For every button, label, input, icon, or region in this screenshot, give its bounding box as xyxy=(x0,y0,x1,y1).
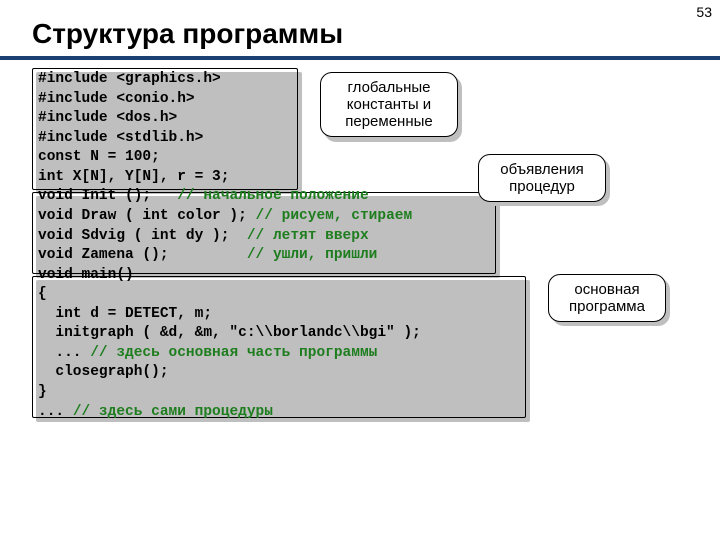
page-number: 53 xyxy=(696,4,712,20)
slide-title: Структура программы xyxy=(0,0,720,60)
code-line: const N = 100; xyxy=(38,148,421,168)
code-line: void Draw ( int color ); // рисуем, стир… xyxy=(38,207,421,227)
code-line: int X[N], Y[N], r = 3; xyxy=(38,168,421,188)
code-line: #include <graphics.h> xyxy=(38,70,421,90)
code-line: ... // здесь сами процедуры xyxy=(38,403,421,423)
code-line: closegraph(); xyxy=(38,363,421,383)
code-line: #include <dos.h> xyxy=(38,109,421,129)
code-line: int d = DETECT, m; xyxy=(38,305,421,325)
code-line: void Zamena (); // ушли, пришли xyxy=(38,246,421,266)
code-line: void main() xyxy=(38,266,421,286)
code-line: ... // здесь основная часть программы xyxy=(38,344,421,364)
code-line: void Init (); // начальное положение xyxy=(38,187,421,207)
code-line: { xyxy=(38,285,421,305)
code-line: } xyxy=(38,383,421,403)
code-line: #include <stdlib.h> xyxy=(38,129,421,149)
code-line: void Sdvig ( int dy ); // летят вверх xyxy=(38,227,421,247)
code-line: #include <conio.h> xyxy=(38,90,421,110)
callout-prototypes: объявления процедур xyxy=(478,154,606,202)
code-line: initgraph ( &d, &m, "c:\\borlandc\\bgi" … xyxy=(38,324,421,344)
callout-main: основная программа xyxy=(548,274,666,322)
